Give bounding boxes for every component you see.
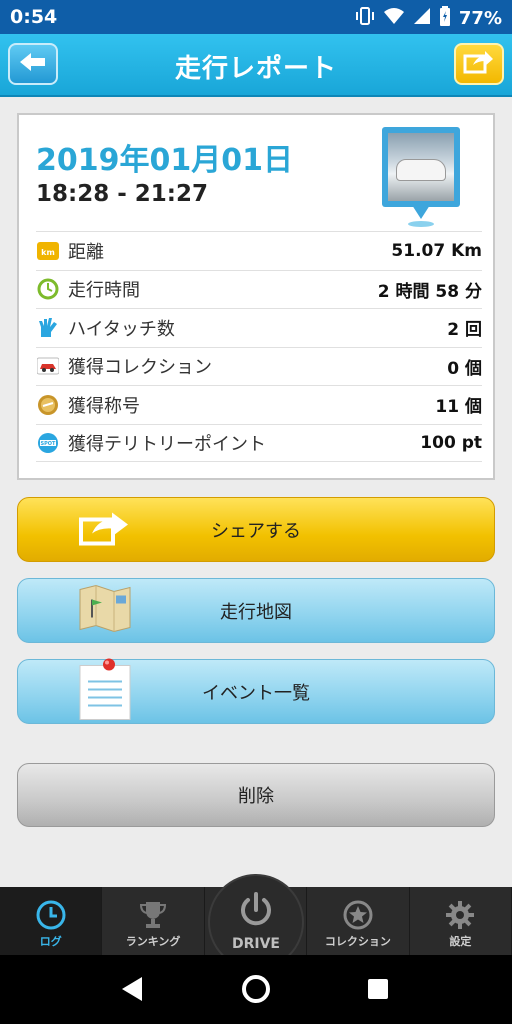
delete-label: 削除 xyxy=(238,786,274,807)
status-bar: 0:54 77% xyxy=(0,0,512,34)
hi-five-icon xyxy=(36,316,60,340)
stat-label: 獲得コレクション xyxy=(68,357,212,379)
pin-shadow xyxy=(408,221,434,227)
memo-pin-icon xyxy=(78,657,132,726)
nav-ranking[interactable]: ランキング xyxy=(102,887,205,955)
app-header: 走行レポート xyxy=(0,34,512,97)
home-circle-icon[interactable] xyxy=(240,973,272,1009)
stat-value: 2 回 xyxy=(447,320,482,341)
wifi-icon xyxy=(383,7,405,30)
nav-label: ログ xyxy=(39,935,62,948)
nav-log[interactable]: ログ xyxy=(0,887,103,955)
stat-value: 51.07 Km xyxy=(391,240,482,261)
stat-row-drive-time: 走行時間 2 時間 58 分 xyxy=(36,269,482,309)
report-time-range: 18:28 - 21:27 xyxy=(36,181,208,207)
car-collection-icon xyxy=(36,354,60,378)
map-icon xyxy=(78,583,132,638)
nav-label: ランキング xyxy=(125,935,181,948)
stat-label: 獲得テリトリーポイント xyxy=(68,433,266,455)
stat-label: 距離 xyxy=(68,241,104,263)
gear-icon xyxy=(444,899,476,934)
share-button[interactable]: シェアする xyxy=(17,497,495,562)
share-icon xyxy=(78,509,132,550)
stat-row-high-touch: ハイタッチ数 2 回 xyxy=(36,308,482,347)
share-label: シェアする xyxy=(211,520,301,542)
delete-button[interactable]: 削除 xyxy=(17,763,495,827)
system-nav-bar xyxy=(0,955,512,1024)
stat-label: ハイタッチ数 xyxy=(68,318,175,340)
battery-percent: 77% xyxy=(458,8,502,29)
stat-row-distance: km 距離 51.07 Km xyxy=(36,231,482,270)
pin-tip xyxy=(412,205,430,219)
drive-map-label: 走行地図 xyxy=(220,601,292,623)
report-stats: km 距離 51.07 Km 走行時間 2 時間 58 分 ハイタッチ数 2 回… xyxy=(36,231,482,462)
battery-icon xyxy=(439,6,451,31)
stat-row-territory: SPOT 獲得テリトリーポイント 100 pt xyxy=(36,423,482,462)
stat-row-titles: 獲得称号 11 個 xyxy=(36,385,482,424)
status-icons: 77% xyxy=(355,6,502,31)
stat-value: 0 個 xyxy=(447,358,482,379)
event-list-label: イベント一覧 xyxy=(202,682,310,704)
status-time: 0:54 xyxy=(10,6,58,28)
stat-value: 100 pt xyxy=(420,432,482,453)
svg-text:km: km xyxy=(41,248,55,257)
spot-icon: SPOT xyxy=(36,431,60,455)
km-icon: km xyxy=(36,239,60,263)
star-icon xyxy=(342,899,374,934)
nav-settings[interactable]: 設定 xyxy=(410,887,512,955)
stat-row-collection: 獲得コレクション 0 個 xyxy=(36,346,482,386)
clock-icon xyxy=(35,899,67,934)
signal-icon xyxy=(413,7,431,30)
drive-label: DRIVE xyxy=(231,936,280,952)
car-photo xyxy=(388,133,454,201)
back-triangle-icon[interactable] xyxy=(120,975,146,1007)
nav-label: コレクション xyxy=(324,935,391,948)
stat-label: 走行時間 xyxy=(68,280,140,302)
nav-collection[interactable]: コレクション xyxy=(307,887,410,955)
vibrate-icon xyxy=(355,7,375,30)
stat-label: 獲得称号 xyxy=(68,395,140,417)
header-share-button[interactable] xyxy=(454,43,504,85)
power-icon xyxy=(236,890,276,934)
share-icon xyxy=(463,50,495,78)
page-title: 走行レポート xyxy=(174,54,337,84)
event-list-button[interactable]: イベント一覧 xyxy=(17,657,495,726)
svg-text:SPOT: SPOT xyxy=(41,441,57,447)
stat-value: 11 個 xyxy=(435,397,482,418)
trophy-icon xyxy=(137,899,169,934)
clock-icon xyxy=(36,277,60,301)
nav-label: 設定 xyxy=(449,935,472,948)
report-date: 2019年01月01日 xyxy=(36,143,293,178)
drive-map-button[interactable]: 走行地図 xyxy=(17,578,495,643)
car-icon xyxy=(396,159,446,181)
recents-square-icon[interactable] xyxy=(366,977,390,1005)
stat-value: 2 時間 58 分 xyxy=(377,281,482,302)
report-card: 2019年01月01日 18:28 - 21:27 km 距離 51.07 Km… xyxy=(17,113,495,480)
title-medal-icon xyxy=(36,393,60,417)
car-photo-pin[interactable] xyxy=(382,127,460,227)
